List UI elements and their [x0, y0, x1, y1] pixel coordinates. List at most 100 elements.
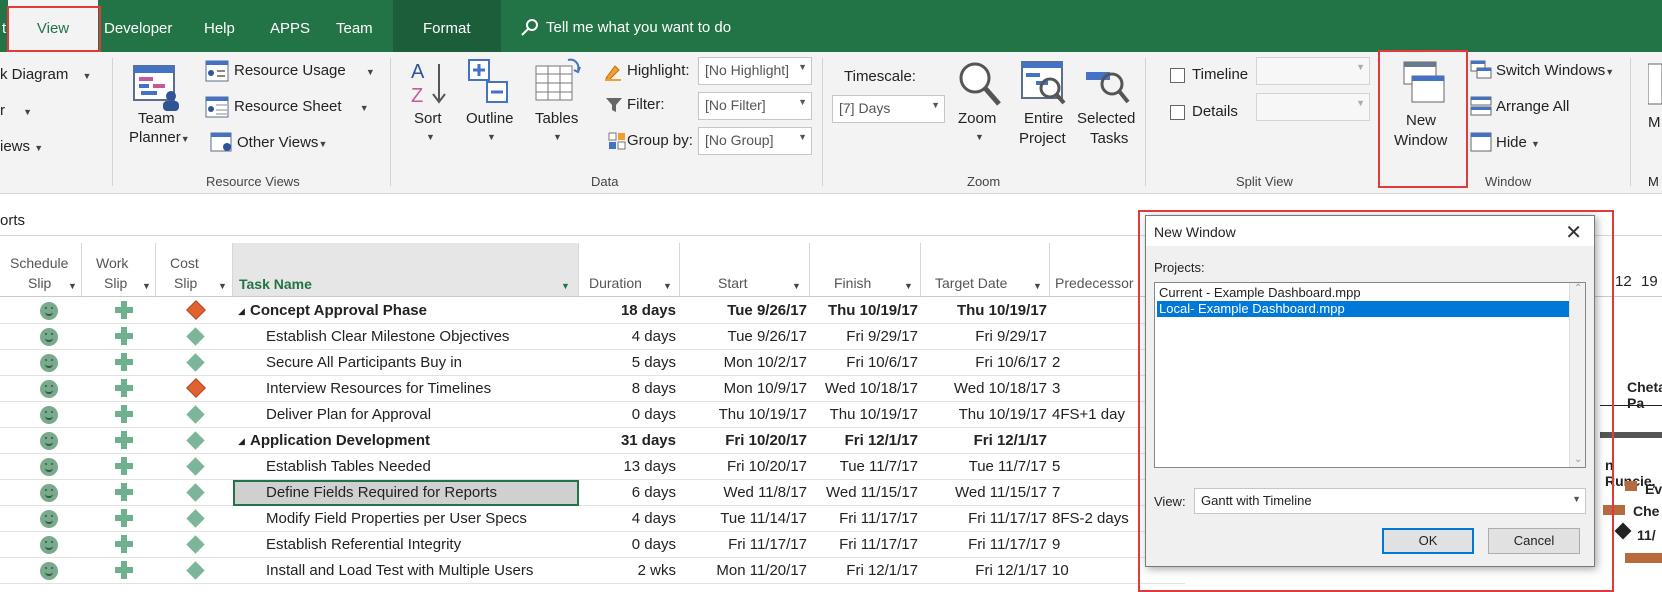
column-header-work-slip[interactable]: Work Slip ▼ — [82, 243, 156, 297]
duration-cell[interactable]: 4 days — [579, 506, 676, 532]
close-icon[interactable]: ✕ — [1565, 220, 1582, 245]
task-name-cell[interactable]: Interview Resources for Timelines — [266, 376, 579, 402]
finish-cell[interactable]: Fri 10/6/17 — [810, 350, 918, 376]
view-combo[interactable]: Gantt with Timeline ▼ — [1194, 488, 1586, 514]
zoom-dropdown-caret[interactable]: ▼ — [975, 132, 984, 142]
column-header-finish[interactable]: Finish ▼ — [810, 243, 921, 297]
column-header-target-date[interactable]: Target Date ▼ — [921, 243, 1050, 297]
target-date-cell[interactable]: Fri 11/17/17 — [921, 506, 1047, 532]
duration-cell[interactable]: 4 days — [579, 324, 676, 350]
scroll-up-icon[interactable]: ⌃ — [1574, 283, 1582, 294]
table-row[interactable]: ◢ Concept Approval Phase 18 days Tue 9/26/1… — [0, 298, 1185, 324]
task-views-r-button[interactable]: r ▼ — [0, 102, 32, 119]
tab-view[interactable]: View — [8, 0, 98, 52]
collapse-triangle-icon[interactable]: ◢ — [238, 298, 245, 324]
network-diagram-button[interactable]: k Diagram ▼ — [0, 66, 91, 83]
zoom-icon[interactable] — [955, 60, 1005, 111]
other-views-button[interactable]: Other Views▼ — [237, 134, 327, 151]
group-by-combo[interactable]: [No Group] ▼ — [698, 127, 812, 155]
macros-icon[interactable] — [1647, 62, 1662, 111]
finish-cell[interactable]: Thu 10/19/17 — [810, 402, 918, 428]
finish-cell[interactable]: Fri 9/29/17 — [810, 324, 918, 350]
task-name-cell[interactable]: Application Development — [250, 428, 579, 454]
list-item[interactable]: Current - Example Dashboard.mpp — [1157, 285, 1569, 301]
target-date-cell[interactable]: Wed 10/18/17 — [921, 376, 1047, 402]
arrange-all-button[interactable]: Arrange All — [1496, 98, 1569, 115]
collapse-triangle-icon[interactable]: ◢ — [238, 428, 245, 454]
outline-icon[interactable] — [467, 58, 511, 109]
details-checkbox[interactable] — [1170, 105, 1185, 120]
duration-cell[interactable]: 5 days — [579, 350, 676, 376]
start-cell[interactable]: Mon 11/20/17 — [680, 558, 807, 584]
start-cell[interactable]: Mon 10/2/17 — [680, 350, 807, 376]
timescale-combo[interactable]: [7] Days ▼ — [832, 95, 945, 123]
finish-cell[interactable]: Wed 10/18/17 — [810, 376, 918, 402]
finish-cell[interactable]: Thu 10/19/17 — [810, 298, 918, 324]
ok-button[interactable]: OK — [1382, 528, 1474, 554]
duration-cell[interactable]: 2 wks — [579, 558, 676, 584]
tab-apps[interactable]: APPS — [258, 0, 322, 52]
task-name-cell[interactable]: Modify Field Properties per User Specs — [266, 506, 579, 532]
resource-usage-button[interactable]: Resource Usage ▼ — [234, 62, 375, 79]
table-row[interactable]: Establish Tables Needed 13 days Fri 10/20/… — [0, 454, 1185, 480]
cancel-button[interactable]: Cancel — [1488, 528, 1580, 554]
highlight-combo[interactable]: [No Highlight] ▼ — [698, 57, 812, 85]
finish-cell[interactable]: Tue 11/7/17 — [810, 454, 918, 480]
tables-dropdown-caret[interactable]: ▼ — [553, 132, 562, 142]
column-header-cost-slip[interactable]: Cost Slip ▼ — [156, 243, 233, 297]
tell-me-box[interactable]: Tell me what you want to do — [520, 0, 731, 52]
timeline-checkbox[interactable] — [1170, 68, 1185, 83]
start-cell[interactable]: Wed 11/8/17 — [680, 480, 807, 506]
target-date-cell[interactable]: Fri 12/1/17 — [921, 428, 1047, 454]
column-header-start[interactable]: Start ▼ — [680, 243, 810, 297]
tab-help[interactable]: Help — [192, 0, 247, 52]
duration-cell[interactable]: 8 days — [579, 376, 676, 402]
filter-combo[interactable]: [No Filter] ▼ — [698, 92, 812, 120]
finish-cell[interactable]: Fri 11/17/17 — [810, 506, 918, 532]
table-row[interactable]: Install and Load Test with Multiple User… — [0, 558, 1185, 584]
target-date-cell[interactable]: Fri 10/6/17 — [921, 350, 1047, 376]
tab-team[interactable]: Team — [324, 0, 385, 52]
duration-cell[interactable]: 18 days — [579, 298, 676, 324]
finish-cell[interactable]: Fri 12/1/17 — [810, 428, 918, 454]
duration-cell[interactable]: 13 days — [579, 454, 676, 480]
target-date-cell[interactable]: Thu 10/19/17 — [921, 298, 1047, 324]
listbox-scrollbar[interactable]: ⌃ ⌄ — [1569, 283, 1585, 467]
duration-cell[interactable]: 31 days — [579, 428, 676, 454]
switch-windows-button[interactable]: Switch Windows▼ — [1496, 62, 1614, 79]
finish-cell[interactable]: Wed 11/15/17 — [810, 480, 918, 506]
entire-project-icon[interactable] — [1020, 60, 1066, 109]
task-name-cell[interactable]: Define Fields Required for Reports — [266, 480, 579, 506]
start-cell[interactable]: Fri 10/20/17 — [680, 454, 807, 480]
scroll-down-icon[interactable]: ⌄ — [1574, 454, 1582, 465]
tab-developer[interactable]: Developer — [92, 0, 184, 52]
table-row[interactable]: Define Fields Required for Reports 6 days… — [0, 480, 1185, 506]
table-row[interactable]: Interview Resources for Timelines 8 days M… — [0, 376, 1185, 402]
team-planner-icon[interactable] — [133, 60, 183, 115]
list-item-selected[interactable]: Local- Example Dashboard.mpp — [1157, 301, 1569, 317]
start-cell[interactable]: Mon 10/9/17 — [680, 376, 807, 402]
table-row[interactable]: ◢ Application Development 31 days Fri 10/20… — [0, 428, 1185, 454]
task-name-cell[interactable]: Establish Referential Integrity — [266, 532, 579, 558]
sort-icon[interactable]: AZ — [409, 58, 449, 111]
task-name-cell[interactable]: Install and Load Test with Multiple User… — [266, 558, 579, 584]
target-date-cell[interactable]: Tue 11/7/17 — [921, 454, 1047, 480]
finish-cell[interactable]: Fri 11/17/17 — [810, 532, 918, 558]
new-window-icon[interactable] — [1400, 60, 1446, 109]
start-cell[interactable]: Tue 11/14/17 — [680, 506, 807, 532]
timeline-combo[interactable]: ▼ — [1256, 57, 1370, 85]
task-name-cell[interactable]: Establish Clear Milestone Objectives — [266, 324, 579, 350]
tables-icon[interactable] — [534, 58, 582, 107]
target-date-cell[interactable]: Wed 11/15/17 — [921, 480, 1047, 506]
tab-format[interactable]: Format — [393, 0, 501, 52]
sort-dropdown-caret[interactable]: ▼ — [426, 132, 435, 142]
target-date-cell[interactable]: Fri 12/1/17 — [921, 558, 1047, 584]
projects-listbox[interactable]: Current - Example Dashboard.mpp Local- E… — [1154, 282, 1586, 468]
table-row[interactable]: Modify Field Properties per User Specs 4 … — [0, 506, 1185, 532]
duration-cell[interactable]: 6 days — [579, 480, 676, 506]
task-name-cell[interactable]: Establish Tables Needed — [266, 454, 579, 480]
team-planner-button[interactable]: Planner▼ — [129, 129, 190, 146]
details-combo[interactable]: ▼ — [1256, 93, 1370, 121]
resource-sheet-button[interactable]: Resource Sheet ▼ — [234, 98, 369, 115]
outline-dropdown-caret[interactable]: ▼ — [487, 132, 496, 142]
